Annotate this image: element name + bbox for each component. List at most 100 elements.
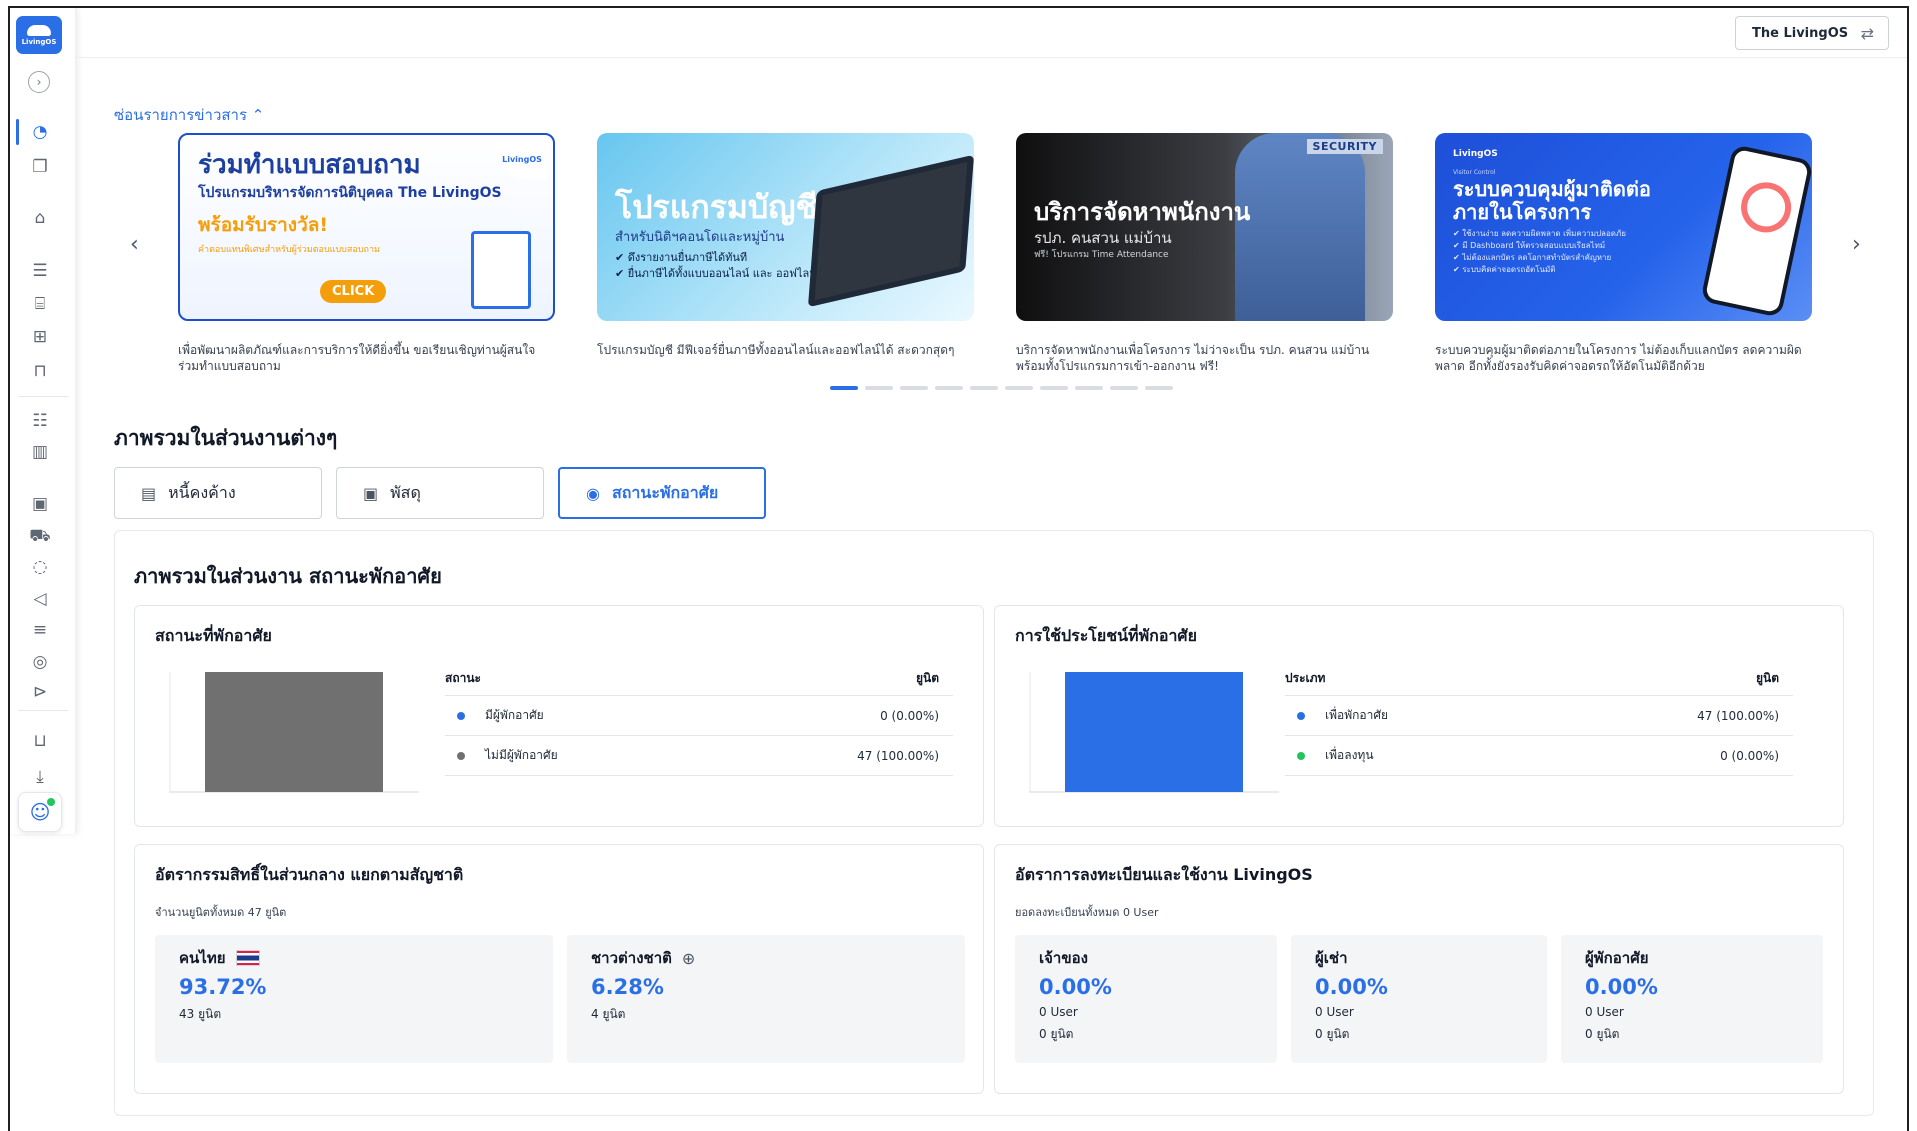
usage-legend-table: ประเภท ยูนิต เพื่อพักอาศัย 47 (100.00%) … — [1285, 662, 1793, 776]
chart-bar-segment[interactable] — [1065, 672, 1243, 792]
expand-sidebar-button[interactable]: › — [28, 71, 50, 93]
stat-label: ชาวต่างชาติ — [591, 949, 672, 967]
tab-label: หนี้คงค้าง — [168, 482, 236, 502]
cart-icon[interactable]: ⊔ — [29, 730, 51, 752]
stat-units: 0 ยูนิต — [1039, 1027, 1074, 1041]
tab-residence-status[interactable]: ◉ สถานะพักอาศัย — [558, 467, 766, 519]
guard-illustration — [1235, 133, 1365, 321]
chatbot-button[interactable]: ☺ — [18, 792, 62, 832]
stat-units: 43 ยูนิต — [179, 1007, 222, 1021]
carousel-dot[interactable] — [935, 386, 963, 390]
sidebar: LivingOS › ◔ ❐ ⌂ ☰ ⌸ ⊞ ⊓ ☷ ▥ ▣ ⛟ ◌ ◁ ≡ ◎ ⊳ ⊔ ⤓ ☺ — [10, 8, 76, 834]
grid-icon[interactable]: ⊞ — [29, 326, 51, 348]
hide-news-toggle[interactable]: ซ่อนรายการข่าวสาร ⌃ — [114, 103, 264, 127]
livingos-logo[interactable]: LivingOS — [16, 16, 62, 54]
col-type-header: ประเภท — [1285, 671, 1326, 685]
legend-value: 47 (100.00%) — [857, 748, 939, 763]
stat-users: 0 User — [1585, 1005, 1624, 1019]
stat-thai: คนไทย 93.72% 43 ยูนิต — [155, 935, 553, 1063]
stat-users: 0 User — [1315, 1005, 1354, 1019]
ownership-nationality-card: อัตรากรรมสิทธิ์ในส่วนกลาง แยกตามสัญชาติ … — [134, 844, 984, 1094]
chair-icon[interactable]: ⊓ — [29, 360, 51, 382]
documents-icon[interactable]: ❐ — [29, 156, 51, 178]
home-icon[interactable]: ⌂ — [29, 207, 51, 229]
card-subtitle: ยอดลงทะเบียนทั้งหมด 0 User — [1015, 906, 1159, 919]
laptop-illustration — [807, 154, 974, 308]
thai-flag-icon — [235, 950, 260, 966]
news-banner-staffing[interactable]: SECURITY บริการจัดหาพนักงาน รปภ. คนสวน แ… — [1016, 133, 1393, 321]
online-indicator — [47, 798, 55, 806]
legend-label: มีผู้พักอาศัย — [485, 708, 544, 722]
stat-percent: 6.28% — [591, 975, 664, 999]
banner-caption: เพื่อพัฒนาผลิตภัณฑ์และการบริการให้ดียิ่ง… — [178, 343, 536, 374]
building-icon[interactable]: ▥ — [29, 441, 51, 463]
download-icon[interactable]: ⤓ — [29, 766, 51, 788]
tab-label: สถานะพักอาศัย — [611, 482, 719, 502]
cctv-icon[interactable]: ⊳ — [29, 681, 51, 703]
stat-units: 0 ยูนิต — [1315, 1027, 1350, 1041]
card-title: สถานะที่พักอาศัย — [155, 626, 272, 645]
parcel-icon[interactable]: ▣ — [29, 493, 51, 515]
carousel-dot[interactable] — [1040, 386, 1068, 390]
stat-units: 4 ยูนิต — [591, 1007, 626, 1021]
chat-board-icon[interactable]: ☷ — [29, 410, 51, 432]
carousel-dot[interactable] — [900, 386, 928, 390]
megaphone-icon[interactable]: ◁ — [29, 588, 51, 610]
card-title: อัตราการลงทะเบียนและใช้งาน LivingOS — [1015, 865, 1313, 884]
support-icon[interactable]: ◎ — [29, 651, 51, 673]
facility-icon[interactable]: ≡ — [29, 619, 51, 641]
carousel-pagination — [830, 386, 1173, 390]
carousel-next-icon[interactable]: › — [1852, 234, 1861, 256]
truck-icon[interactable]: ⛟ — [29, 525, 51, 547]
residence-usage-card: การใช้ประโยชน์ที่พักอาศัย ประเภท ยูนิต เ… — [994, 605, 1844, 827]
stat-label: เจ้าของ — [1039, 949, 1088, 967]
residence-status-chart — [169, 672, 419, 793]
tab-outstanding-debt[interactable]: ▤ หนี้คงค้าง — [114, 467, 322, 519]
clipboard-illustration — [471, 231, 531, 309]
banner-title: ร่วมทำแบบสอบถาม — [198, 150, 421, 180]
carousel-dot[interactable] — [1075, 386, 1103, 390]
banner-caption: โปรแกรมบัญชี มีฟีเจอร์ยื่นภาษีทั้งออนไลน… — [597, 343, 955, 357]
banner-subtitle: โปรแกรมบริหารจัดการนิติบุคคล The LivingO… — [198, 184, 502, 201]
carousel-dot[interactable] — [830, 386, 858, 390]
carousel-dot[interactable] — [1145, 386, 1173, 390]
news-banner-accounting[interactable]: โปรแกรมบัญชี สำหรับนิติฯคอนโดและหมู่บ้าน… — [597, 133, 974, 321]
stat-label: คนไทย — [179, 949, 226, 967]
carousel-dot[interactable] — [865, 386, 893, 390]
chart-bar-segment[interactable] — [205, 672, 383, 792]
carousel-dot[interactable] — [1005, 386, 1033, 390]
col-status-header: สถานะ — [445, 671, 481, 685]
message-icon[interactable]: ◌ — [29, 556, 51, 578]
carousel-dot[interactable] — [1110, 386, 1138, 390]
legend-dot — [457, 711, 465, 720]
news-banner-visitor[interactable]: LivingOS Visitor Control ระบบควบคุมผู้มา… — [1435, 133, 1812, 321]
stat-percent: 93.72% — [179, 975, 267, 999]
legend-header: ประเภท ยูนิต — [1285, 662, 1793, 696]
project-name: The LivingOS — [1752, 25, 1849, 41]
resident-icon: ◉ — [586, 483, 600, 503]
sidebar-divider — [18, 710, 68, 711]
dashboard-icon[interactable]: ◔ — [16, 119, 51, 145]
app-frame: LivingOS › ◔ ❐ ⌂ ☰ ⌸ ⊞ ⊓ ☷ ▥ ▣ ⛟ ◌ ◁ ≡ ◎ ⊳ ⊔ ⤓ ☺ The Livi… — [8, 6, 1909, 1131]
stat-label: ผู้พักอาศัย — [1585, 949, 1649, 967]
stat-label: ผู้เช่า — [1315, 949, 1348, 967]
swap-icon: ⇄ — [1860, 23, 1874, 43]
banner-subtitle: รปภ. คนสวน แม่บ้าน — [1034, 228, 1172, 247]
carousel-prev-icon[interactable]: ‹ — [130, 234, 139, 256]
news-banner-survey[interactable]: ร่วมทำแบบสอบถาม โปรแกรมบริหารจัดการนิติบ… — [178, 133, 555, 321]
project-switcher[interactable]: The LivingOS ⇄ — [1735, 16, 1889, 50]
banner-note: ฟรี! โปรแกรม Time Attendance — [1034, 250, 1169, 261]
database-icon[interactable]: ☰ — [29, 260, 51, 282]
legend-value: 0 (0.00%) — [1720, 748, 1779, 763]
sidebar-divider — [18, 396, 68, 397]
legend-row: เพื่อพักอาศัย 47 (100.00%) — [1285, 696, 1793, 736]
col-unit-header: ยูนิต — [915, 671, 939, 685]
banner-click-button[interactable]: CLICK — [320, 280, 387, 303]
legend-row: มีผู้พักอาศัย 0 (0.00%) — [445, 696, 953, 736]
registration-usage-card: อัตราการลงทะเบียนและใช้งาน LivingOS ยอดล… — [994, 844, 1844, 1094]
carousel-dot[interactable] — [970, 386, 998, 390]
bank-icon[interactable]: ⌸ — [29, 293, 51, 315]
legend-header: สถานะ ยูนิต — [445, 662, 953, 696]
logo-text: LivingOS — [21, 37, 57, 46]
tab-parcels[interactable]: ▣ พัสดุ — [336, 467, 544, 519]
